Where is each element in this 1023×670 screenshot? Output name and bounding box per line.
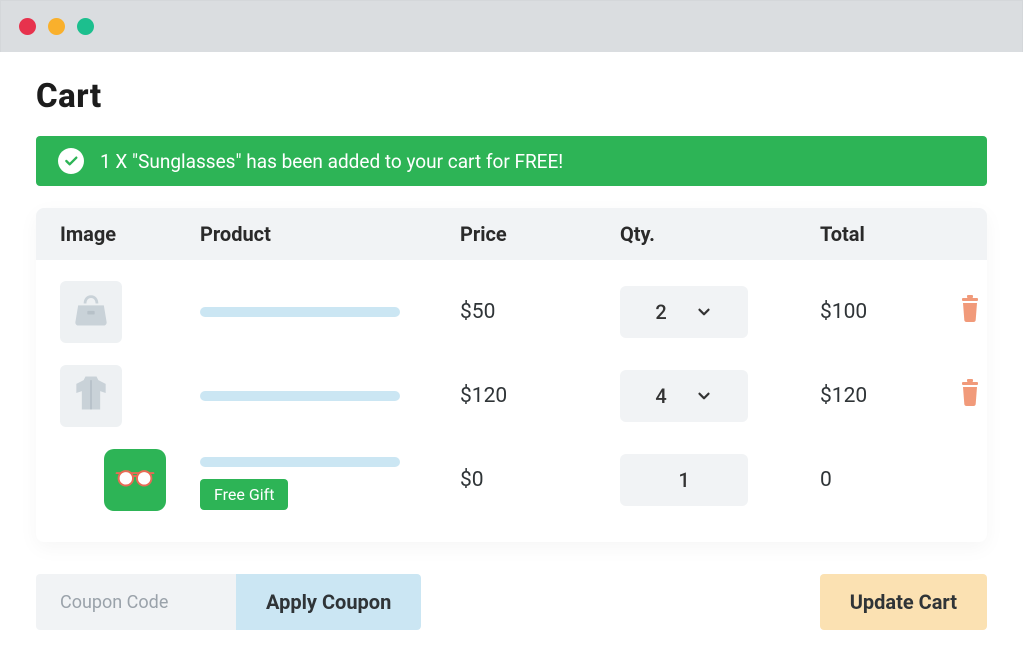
check-circle-icon	[58, 148, 84, 174]
qty-value: 4	[655, 384, 666, 408]
window-titlebar	[0, 0, 1023, 52]
product-name-placeholder	[200, 457, 400, 467]
qty-select[interactable]: 4	[620, 370, 748, 422]
row-price: $120	[460, 384, 620, 408]
handbag-icon	[69, 287, 113, 337]
cart-row: $50 2 $100	[60, 270, 963, 354]
free-gift-badge: Free Gift	[200, 479, 288, 510]
cart-alert-text: 1 X "Sunglasses" has been added to your …	[100, 150, 563, 173]
col-qty: Qty.	[620, 222, 820, 246]
row-total: $120	[820, 384, 940, 408]
sunglasses-icon	[114, 464, 156, 496]
traffic-light-close-icon[interactable]	[19, 18, 36, 35]
col-total: Total	[820, 222, 940, 246]
cart-table-header: Image Product Price Qty. Total	[36, 208, 987, 260]
cart-row: Free Gift $0 1 0	[60, 438, 963, 522]
chevron-down-icon	[695, 303, 713, 321]
row-price: $50	[460, 300, 620, 324]
product-name-placeholder	[200, 391, 400, 401]
col-price: Price	[460, 222, 620, 246]
product-thumb-jacket	[60, 365, 122, 427]
qty-value: 2	[655, 300, 666, 324]
traffic-light-zoom-icon[interactable]	[77, 18, 94, 35]
coupon-group: Coupon Code Apply Coupon	[36, 574, 421, 630]
qty-fixed: 1	[620, 454, 748, 506]
apply-coupon-button[interactable]: Apply Coupon	[236, 574, 421, 630]
product-thumb-handbag	[60, 281, 122, 343]
jacket-icon	[69, 371, 113, 421]
row-price: $0	[460, 468, 620, 492]
cart-row: $120 4 $120	[60, 354, 963, 438]
trash-icon	[958, 295, 982, 329]
col-image: Image	[60, 222, 200, 246]
coupon-code-input[interactable]: Coupon Code	[36, 574, 236, 630]
delete-row-button[interactable]	[940, 295, 987, 329]
row-total: 0	[820, 468, 940, 492]
product-name-placeholder	[200, 307, 400, 317]
traffic-light-minimize-icon[interactable]	[48, 18, 65, 35]
update-cart-button[interactable]: Update Cart	[820, 574, 987, 630]
cart-table: Image Product Price Qty. Total $50	[36, 208, 987, 542]
chevron-down-icon	[695, 387, 713, 405]
product-thumb-sunglasses	[104, 449, 166, 511]
qty-value: 1	[678, 468, 689, 492]
cart-alert: 1 X "Sunglasses" has been added to your …	[36, 136, 987, 186]
row-total: $100	[820, 300, 940, 324]
page-title: Cart	[36, 77, 987, 116]
trash-icon	[958, 379, 982, 413]
delete-row-button[interactable]	[940, 379, 987, 413]
col-product: Product	[200, 222, 460, 246]
qty-select[interactable]: 2	[620, 286, 748, 338]
